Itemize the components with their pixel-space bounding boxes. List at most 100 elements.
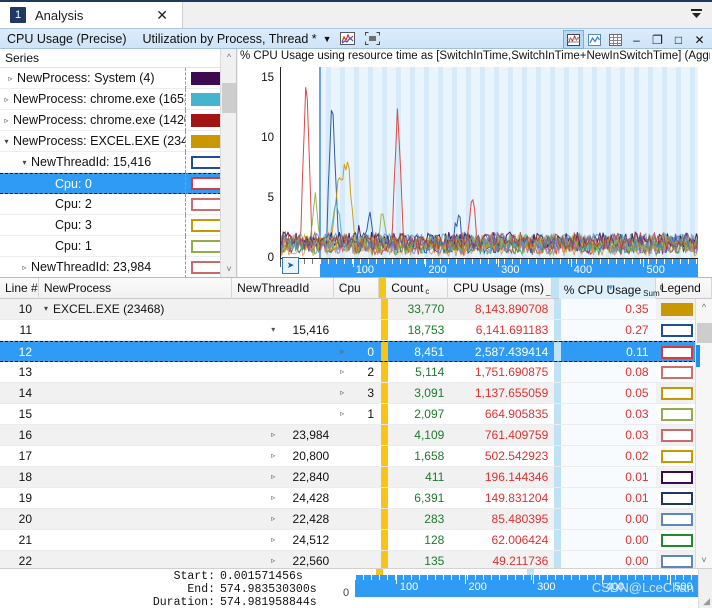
column-divider-gold — [381, 446, 389, 466]
table-row[interactable]: 11 ▾ 15,416 18,753 6,141.691183 0.27 — [0, 320, 712, 341]
series-tree[interactable]: ▹ NewProcess: System (4) ▹ NewProcess: chro… — [0, 67, 236, 277]
scroll-down-icon[interactable]: ˅ — [221, 261, 236, 277]
series-scroll-thumb[interactable] — [222, 83, 236, 113]
series-row[interactable]: ▹ NewProcess: chrome.exe (1420... — [0, 109, 236, 131]
expand-icon[interactable]: ▹ — [340, 342, 344, 362]
expand-icon[interactable]: ▹ — [271, 446, 275, 466]
expand-icon[interactable]: ▹ — [0, 95, 13, 104]
table-row[interactable]: 14 ▹ 3 3,091 1,137.655059 0.05 — [0, 383, 712, 404]
table-scrollbar[interactable]: ^ ˅ — [695, 299, 712, 568]
scroll-up-icon[interactable]: ^ — [221, 49, 236, 65]
series-row[interactable]: Cpu: 1 — [0, 235, 236, 257]
expand-icon[interactable]: ▹ — [271, 425, 275, 445]
table-scroll-thumb[interactable] — [697, 323, 712, 343]
line-chart-icon[interactable] — [584, 30, 605, 49]
ruler-tick — [435, 575, 436, 580]
cell-line-number: 18 — [0, 467, 39, 487]
table-row[interactable]: 15 ▹ 1 2,097 664.905835 0.03 — [0, 404, 712, 425]
expand-icon[interactable]: ▹ — [271, 488, 275, 508]
close-icon[interactable]: ✕ — [156, 6, 168, 24]
column-header-ms[interactable]: CPU Usage (ms) _ — [448, 278, 552, 299]
column-header-count[interactable]: Count c — [386, 278, 449, 299]
cell-thread-id: ▹ 20,800 — [233, 446, 335, 466]
series-scrollbar[interactable]: ^ ˅ — [220, 49, 236, 277]
cell-count: 5,114 — [388, 362, 450, 382]
series-row[interactable]: Cpu: 0 — [0, 173, 236, 194]
column-header-legend[interactable]: Legend — [656, 278, 712, 299]
restore-button[interactable]: ❐ — [647, 30, 668, 49]
expand-icon[interactable]: ▹ — [271, 509, 275, 529]
cell-cpu-usage-percent: 0.35 — [561, 299, 656, 319]
resize-grip-icon[interactable]: ◢ — [703, 596, 710, 607]
chevron-down-icon[interactable] — [686, 4, 706, 22]
expand-icon[interactable]: ▹ — [271, 467, 275, 487]
table-row[interactable]: 19 ▹ 24,428 6,391 149.831204 0.01 — [0, 488, 712, 509]
preset-label[interactable]: Utilization by Process, Thread * — [142, 32, 316, 46]
ruler-tick — [515, 575, 516, 580]
series-row[interactable]: Cpu: 3 — [0, 214, 236, 236]
column-header-line[interactable]: Line # — [0, 278, 39, 299]
status-scrollbar[interactable]: ◢ — [698, 569, 712, 608]
scroll-up-icon[interactable]: ^ — [696, 299, 712, 315]
expand-icon[interactable]: ▹ — [18, 263, 31, 272]
table-chart-icon[interactable] — [563, 30, 584, 49]
cell-cpu-usage-percent-value: 0.00 — [625, 533, 649, 547]
expand-icon[interactable]: ▹ — [340, 362, 344, 382]
expand-icon[interactable]: ▹ — [271, 530, 275, 550]
table-row[interactable]: 22 ▹ 22,560 135 49.211736 0.00 — [0, 551, 712, 568]
cell-cpu — [335, 299, 381, 319]
table-body[interactable]: http://blog.csdn.net/qwertyuplmnb 10▾EXC… — [0, 299, 712, 568]
status-row: Duration: 574.981958844s — [0, 596, 350, 608]
expand-icon[interactable]: ▹ — [4, 74, 17, 83]
play-icon[interactable]: ➤ — [282, 257, 299, 274]
series-row[interactable]: ▹ NewProcess: System (4) — [0, 67, 236, 89]
column-aggregation-label: _ — [545, 287, 551, 296]
collapse-icon[interactable]: ▾ — [18, 158, 31, 167]
series-row[interactable]: ▾ NewThreadId: 15,416 — [0, 151, 236, 173]
tab-analysis[interactable]: 1 Analysis ✕ — [0, 2, 183, 28]
table-row[interactable]: 17 ▹ 20,800 1,658 502.542923 0.02 — [0, 446, 712, 467]
table-header-row: Line # NewProcess NewThreadId Cpu Count c CPU … — [0, 278, 712, 299]
table-row[interactable]: 10 ▾ EXCEL.EXE (23468) 33,770 8,143.890708 0.… — [0, 299, 712, 320]
tab-label: Analysis — [35, 7, 84, 23]
column-header-threadid[interactable]: NewThreadId — [232, 278, 334, 299]
table-row[interactable]: 12 ▹ 0 8,451 2,587.439414 0.11 — [0, 341, 712, 362]
series-row[interactable]: Cpu: 2 — [0, 193, 236, 215]
cell-cpu-usage-percent: 0.00 — [561, 509, 656, 529]
series-row[interactable]: ▹ NewProcess: chrome.exe (1653... — [0, 88, 236, 110]
table-row[interactable]: 20 ▹ 22,428 283 85.480395 0.00 — [0, 509, 712, 530]
x-axis-tick — [592, 259, 593, 264]
close-button[interactable]: ✕ — [689, 30, 710, 49]
chevron-down-icon[interactable]: ▼ — [323, 34, 332, 44]
sort-descending-icon[interactable]: ▼ — [607, 278, 615, 298]
expand-icon[interactable]: ▹ — [340, 383, 344, 403]
chart-plot-area[interactable] — [280, 67, 698, 273]
x-axis-major-tick — [643, 259, 645, 267]
collapse-icon[interactable]: ▾ — [271, 320, 275, 340]
x-axis-tick — [536, 259, 537, 264]
expand-icon[interactable]: ▹ — [0, 116, 13, 125]
table-row[interactable]: 13 ▹ 2 5,114 1,751.690875 0.08 — [0, 362, 712, 383]
table-row[interactable]: 16 ▹ 23,984 4,109 761.409759 0.03 — [0, 425, 712, 446]
column-divider-blue — [554, 530, 562, 550]
minimize-button[interactable]: – — [626, 30, 647, 49]
ruler-tick — [379, 575, 380, 580]
collapse-icon[interactable]: ▾ — [44, 299, 48, 319]
column-header-pct[interactable]: % CPU Usage Sum0 ▼ — [558, 278, 664, 299]
column-header-process[interactable]: NewProcess — [39, 278, 233, 299]
series-row[interactable]: ▾NewProcess: EXCEL.EXE (23468) — [0, 130, 236, 152]
maximize-button[interactable]: □ — [668, 30, 689, 49]
grid-icon[interactable] — [605, 30, 626, 49]
graph-icon[interactable] — [339, 30, 357, 47]
x-axis-tick — [688, 259, 689, 264]
table-row[interactable]: 18 ▹ 22,840 411 196.144346 0.01 — [0, 467, 712, 488]
table-row[interactable]: 21 ▹ 24,512 128 62.006424 0.00 — [0, 530, 712, 551]
expand-icon[interactable]: ▹ — [340, 404, 344, 424]
series-row[interactable]: ▹ NewThreadId: 23,984 — [0, 256, 236, 277]
scroll-down-icon[interactable]: ˅ — [696, 552, 712, 568]
collapse-icon[interactable]: ▾ — [0, 137, 13, 146]
timeline-ruler[interactable]: 100 200 300 400 500 CSDN@LceChan 0 — [343, 569, 698, 599]
column-header-cpu[interactable]: Cpu — [334, 278, 380, 299]
expand-icon[interactable]: ▹ — [271, 551, 275, 568]
grid-select-icon[interactable] — [364, 30, 382, 47]
